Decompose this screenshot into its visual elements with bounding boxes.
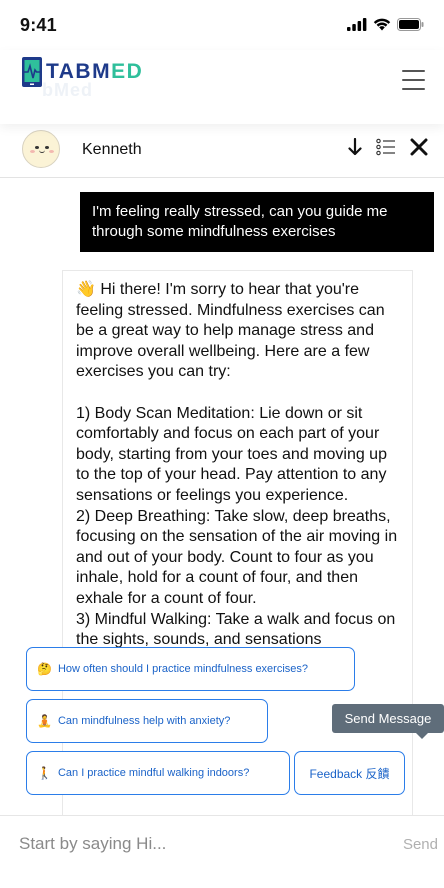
suggestion-label: How often should I practice mindfulness … <box>57 663 309 675</box>
waving-hand-emoji: 👋 <box>76 281 96 298</box>
bot-message-body: Hi there! I'm sorry to hear that you're … <box>76 281 398 649</box>
suggestion-practice-frequency[interactable]: 🤔 How often should I practice mindfulnes… <box>26 647 355 691</box>
feedback-button[interactable]: Feedback 反饋 <box>294 751 405 795</box>
message-input[interactable] <box>19 830 389 858</box>
avatar <box>22 130 60 168</box>
battery-icon <box>397 18 424 31</box>
suggestion-label: Can I practice mindful walking indoors? <box>57 767 250 779</box>
walking-person-emoji: 🚶 <box>37 766 52 780</box>
meditation-emoji: 🧘 <box>37 714 52 728</box>
user-message: I'm feeling really stressed, can you gui… <box>80 192 434 252</box>
app-header: TABMED bMed <box>0 50 444 124</box>
contact-name: Kenneth <box>82 141 142 158</box>
feedback-label: Feedback 反饋 <box>309 766 390 781</box>
list-icon[interactable] <box>376 138 396 156</box>
suggestion-walking-indoors[interactable]: 🚶 Can I practice mindful walking indoors… <box>26 751 290 795</box>
suggestion-anxiety[interactable]: 🧘 Can mindfulness help with anxiety? <box>26 699 268 743</box>
bot-message-text: 👋 Hi there! I'm sorry to hear that you'r… <box>76 280 399 651</box>
cellular-signal-icon <box>347 18 367 31</box>
send-button[interactable]: Send <box>403 836 438 853</box>
wifi-icon <box>373 18 391 31</box>
hamburger-menu-icon[interactable] <box>402 70 426 90</box>
suggestion-label: Can mindfulness help with anxiety? <box>57 715 231 727</box>
message-input-bar: Send <box>0 815 444 888</box>
status-icons <box>347 18 424 31</box>
thinking-face-emoji: 🤔 <box>37 662 52 676</box>
close-icon[interactable] <box>410 138 428 156</box>
status-bar: 9:41 <box>0 0 444 50</box>
scroll-down-arrow-icon[interactable] <box>348 138 362 156</box>
chat-actions <box>348 138 428 156</box>
tablet-heartbeat-icon <box>22 57 42 87</box>
send-message-tooltip: Send Message <box>332 704 444 739</box>
chat-header: Kenneth <box>0 124 444 178</box>
status-time: 9:41 <box>20 15 57 35</box>
logo-wordmark-accent: ED <box>111 60 144 83</box>
logo-ghost-text: bMed <box>42 80 93 100</box>
